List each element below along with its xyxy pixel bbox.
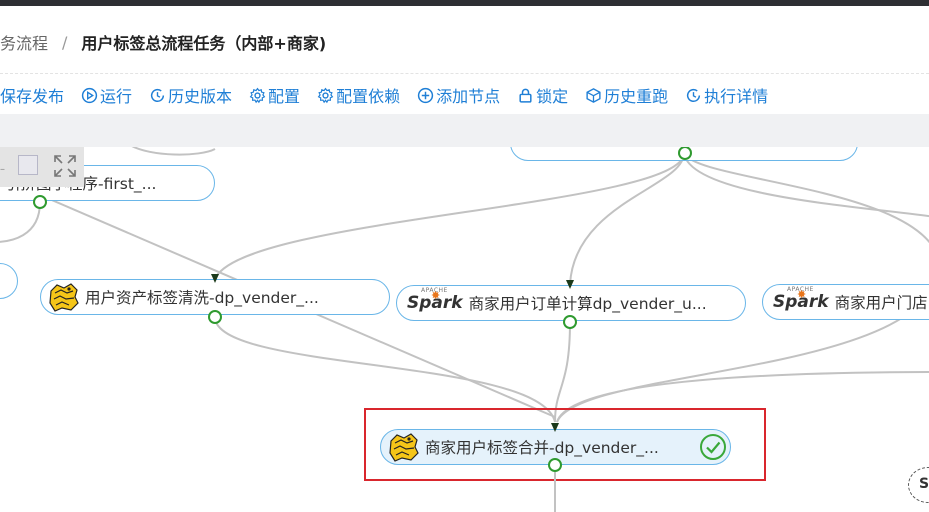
hive-icon [49,283,79,312]
toolbar-label-lock: 锁定 [536,87,569,106]
breadcrumb: 务流程 / 用户标签总流程任务（内部+商家) [0,28,326,56]
workflow-canvas[interactable]: 引拼图小程序-first_... 用户资产标签清洗-dp_vender_... … [0,147,929,512]
node-merge-label: 商家用户标签合并-dp_vender_... [425,439,659,457]
spark-icon: Spark APACHE ✸ [407,287,463,313]
edge [214,152,685,280]
hive-icon [389,433,419,462]
corner-badge-text: S [919,476,929,492]
toolbar-label-config: 配置 [268,87,301,106]
execution-detail-button[interactable]: 执行详情 [685,83,768,107]
breadcrumb-separator: / [62,32,68,52]
toolbar-label-run: 运行 [100,87,133,106]
save-publish-button[interactable]: 保存发布 [0,83,64,107]
config-button[interactable]: 配置 [249,83,300,107]
plus-circle-icon [417,87,434,103]
edge [683,152,929,218]
run-button[interactable]: 运行 [81,83,132,107]
history-version-button[interactable]: 历史版本 [149,83,232,107]
node-store[interactable]: Spark APACHE ✸ 商家用户门店 [762,284,929,320]
toolbar-label-save: 保存发布 [0,87,65,106]
input-arrow [566,280,574,289]
header-divider [0,73,929,74]
cube-icon [586,87,601,103]
input-arrow [211,274,219,283]
page-title: 用户标签总流程任务（内部+商家) [81,34,327,53]
toolbar-label-history-version: 历史版本 [168,87,233,106]
lock-button[interactable]: 锁定 [517,83,568,107]
lock-icon [519,88,532,103]
node-order-label: 商家用户订单计算dp_vender_u... [468,295,707,313]
toolbar-label-history-rerun: 历史重跑 [604,87,669,106]
gear-icon [249,87,266,103]
edge-out [554,472,556,512]
select-mode-button[interactable] [18,155,38,175]
canvas-toolbar-band [0,114,929,147]
top-bar [0,0,929,6]
edge [0,201,41,243]
spark-star-icon: ✸ [797,288,807,301]
toolbar-label-config-dependency: 配置依赖 [336,87,401,106]
edge [683,152,929,244]
toolbar: 保存发布 运行 历史版本 配置 配置依赖 添加节点 锁定 历史重跑 执行详情 [0,82,785,108]
history-icon [150,88,165,102]
clock-icon [687,88,701,102]
canvas-controls: – [0,147,84,187]
success-check-icon [700,434,726,460]
history-rerun-button[interactable]: 历史重跑 [585,83,668,107]
play-icon [81,87,98,103]
output-port[interactable] [563,315,577,329]
output-port[interactable] [548,458,562,472]
node-store-label: 商家用户门店 [834,294,928,312]
input-arrow [551,423,559,432]
node-asset-label: 用户资产标签清洗-dp_vender_... [85,289,319,307]
edge [569,152,685,285]
toolbar-label-execution-detail: 执行详情 [704,87,769,106]
add-node-button[interactable]: 添加节点 [417,83,500,107]
spark-icon: Spark APACHE ✸ [773,286,829,312]
fullscreen-icon[interactable] [52,153,78,179]
breadcrumb-prev[interactable]: 务流程 [0,30,48,54]
canvas-control-dash: – [0,164,5,175]
edge [131,147,216,156]
output-port[interactable] [208,310,222,324]
config-dependency-button[interactable]: 配置依赖 [317,83,400,107]
edge [554,321,571,423]
output-port[interactable] [33,195,47,209]
gear-icon [317,87,334,103]
edge [214,316,556,423]
toolbar-label-add-node: 添加节点 [436,87,501,106]
spark-star-icon: ✸ [431,289,441,302]
